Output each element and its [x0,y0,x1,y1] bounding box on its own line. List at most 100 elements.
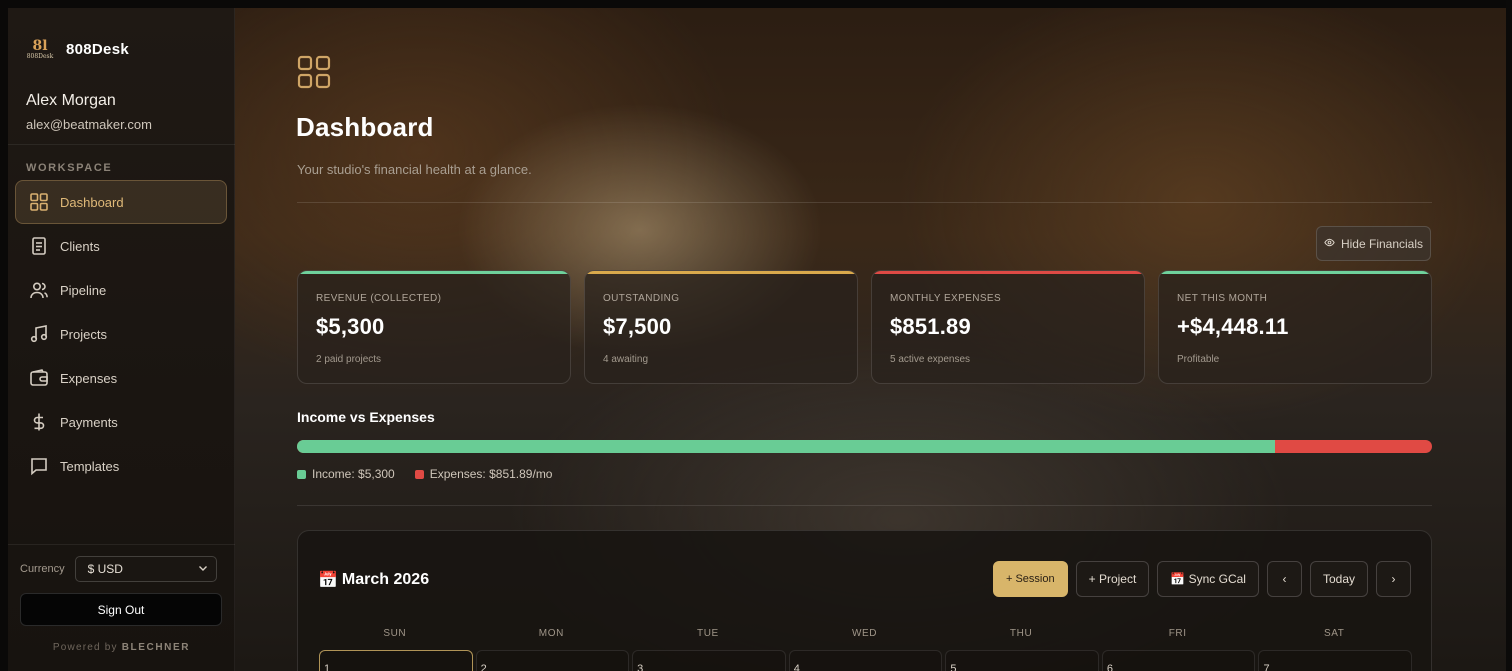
next-month-button[interactable]: › [1376,561,1411,597]
sidebar-item-payments[interactable]: Payments [15,400,227,444]
powered-prefix: Powered by [52,642,118,653]
grid-icon [28,191,50,213]
card-accent-bar [585,271,857,274]
brand[interactable]: 8l 808Desk 808Desk [26,36,129,62]
divider [8,544,235,545]
calendar-day[interactable]: 4 [788,650,943,671]
card-accent-bar [872,271,1144,274]
weekday-label: MON [538,628,564,639]
card-label: MONTHLY EXPENSES [890,293,1002,304]
sidebar: 8l 808Desk 808Desk Alex Morgan alex@beat… [8,8,235,671]
sidebar-item-label: Expenses [60,370,118,386]
divider [297,202,1432,203]
income-expenses-legend: Income: $5,300 Expenses: $851.89/mo [297,467,552,481]
weekday-label: SUN [383,628,407,639]
weekday-label: THU [1009,628,1033,639]
income-vs-expenses-bar [297,440,1432,453]
hide-financials-label: Hide Financials [1340,236,1424,251]
calendar-actions: + Session + Project 📅 Sync GCal ‹ Today … [992,561,1411,597]
legend-swatch-expenses [414,469,424,479]
sidebar-item-label: Pipeline [60,282,107,298]
dashboard-grid-icon [297,55,331,94]
sign-out-button[interactable]: Sign Out [20,593,222,626]
dollar-icon [28,411,50,433]
today-button[interactable]: Today [1309,561,1368,597]
sidebar-item-label: Payments [60,414,118,430]
sidebar-item-projects[interactable]: Projects [15,312,227,356]
brand-logo-icon: 8l 808Desk [26,37,54,60]
legend-income-label: Income: $5,300 [312,467,395,481]
calendar-title: 📅 March 2026 [318,570,429,590]
document-icon [28,235,50,257]
chevron-down-icon [198,562,208,576]
sidebar-item-label: Templates [60,458,120,474]
main-content: Dashboard Your studio's financial health… [235,8,1506,671]
calendar-day[interactable]: 5 [945,650,1099,671]
card-accent-bar [298,271,570,274]
calendar-icon: 📅 [1170,572,1186,586]
card-label: OUTSTANDING [603,293,680,304]
users-icon [28,279,50,301]
currency-label: Currency [20,563,65,575]
card-value: $5,300 [316,314,385,339]
sidebar-nav: Dashboard Clients Pipeline Projects Expe… [15,180,227,488]
sidebar-item-label: Projects [60,326,107,342]
calendar-month: March 2026 [341,571,430,588]
divider [297,505,1432,506]
currency-select[interactable]: $ USD [74,556,217,582]
sidebar-item-pipeline[interactable]: Pipeline [15,268,227,312]
calendar-icon: 📅 [318,572,338,589]
sidebar-item-label: Clients [60,238,100,254]
weekday-label: SAT [1324,628,1345,639]
sidebar-item-expenses[interactable]: Expenses [15,356,227,400]
page-subtitle: Your studio's financial health at a glan… [297,162,532,177]
card-note: Profitable [1177,354,1220,365]
stat-card-outstanding: OUTSTANDING $7,500 4 awaiting [584,270,858,384]
calendar-day[interactable]: 7 [1258,650,1413,671]
stat-card-revenue: REVENUE (COLLECTED) $5,300 2 paid projec… [297,270,571,384]
window-frame-top [0,0,1512,8]
legend-income: Income: $5,300 [297,467,395,481]
user-email: alex@beatmaker.com [26,117,152,132]
page-title: Dashboard [296,112,434,142]
card-label: REVENUE (COLLECTED) [316,293,442,304]
user-info: Alex Morgan alex@beatmaker.com [26,92,152,132]
stat-card-monthly-expenses: MONTHLY EXPENSES $851.89 5 active expens… [871,270,1145,384]
music-note-icon [28,323,50,345]
powered-by: Powered by BLECHNER [8,642,235,653]
sidebar-item-templates[interactable]: Templates [15,444,227,488]
calendar-day[interactable]: 2 [475,650,630,671]
legend-swatch-income [297,469,306,479]
card-accent-bar [1159,271,1431,274]
hide-financials-button[interactable]: Hide Financials [1316,226,1431,261]
sidebar-item-clients[interactable]: Clients [15,224,227,268]
calendar-day[interactable]: 6 [1101,650,1256,671]
legend-expenses: Expenses: $851.89/mo [414,467,553,481]
card-note: 4 awaiting [603,354,649,365]
currency-control: Currency $ USD [20,556,217,582]
calendar-weekdays: SUN MON TUE WED THU FRI SAT [318,628,1411,639]
user-name: Alex Morgan [26,92,116,109]
legend-expenses-label: Expenses: $851.89/mo [429,467,553,481]
wallet-icon [28,367,50,389]
calendar-days-row: 1 2 3 4 5 6 7 [319,650,1413,671]
add-project-button[interactable]: + Project [1075,561,1150,597]
weekday-label: WED [851,628,878,639]
card-value: +$4,448.11 [1177,314,1289,339]
eye-off-icon [1324,237,1335,251]
card-value: $851.89 [890,314,971,339]
message-icon [28,455,50,477]
prev-month-button[interactable]: ‹ [1266,561,1302,597]
card-note: 2 paid projects [316,354,382,365]
income-fill [297,440,1275,453]
calendar-day[interactable]: 3 [632,650,786,671]
sidebar-item-label: Dashboard [60,194,124,210]
divider [8,144,235,145]
sync-gcal-button[interactable]: 📅 Sync GCal [1157,561,1259,597]
sync-gcal-label: Sync GCal [1188,572,1246,586]
card-label: NET THIS MONTH [1177,293,1268,304]
sidebar-item-dashboard[interactable]: Dashboard [15,180,227,224]
add-session-button[interactable]: + Session [992,561,1068,597]
calendar-day[interactable]: 1 [319,650,473,671]
window-frame-right [1506,0,1512,671]
